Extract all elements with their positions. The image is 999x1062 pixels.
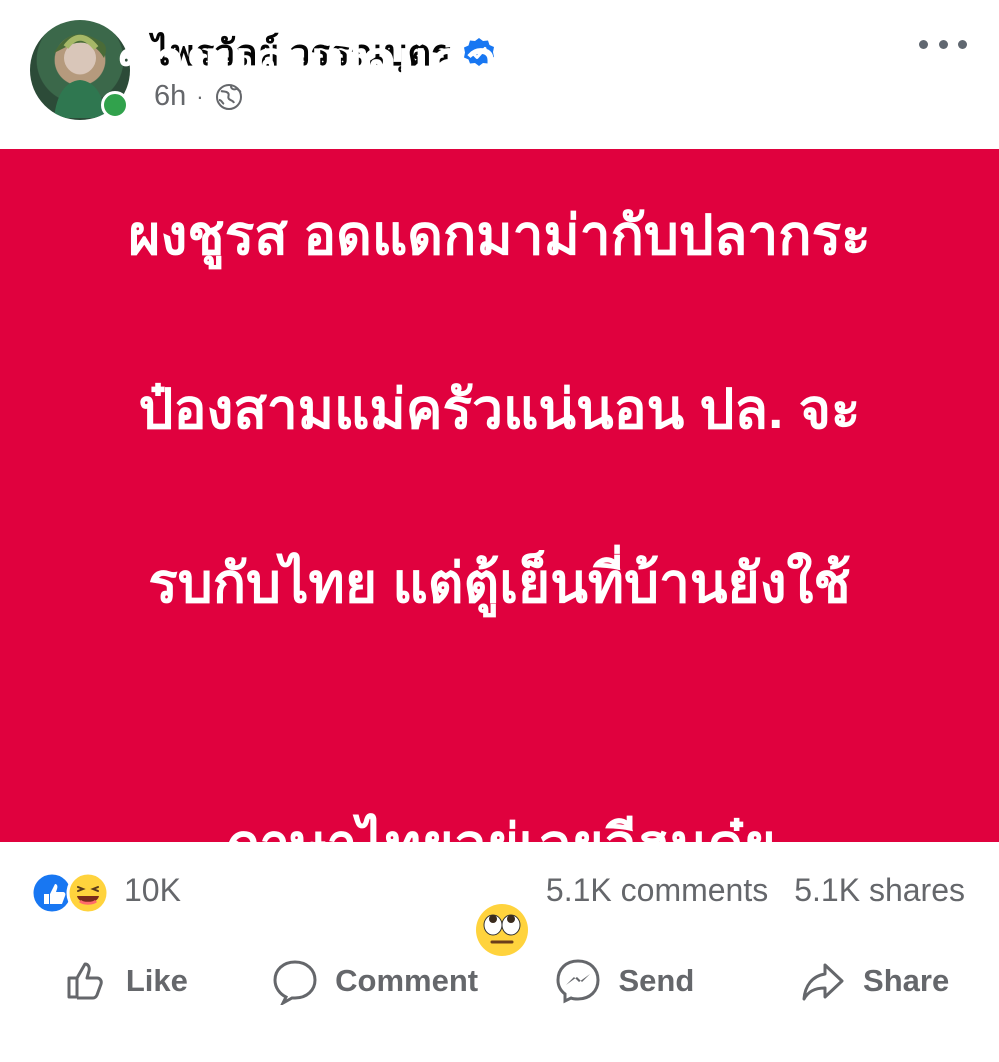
- comments-count-link[interactable]: 5.1K comments: [546, 872, 768, 909]
- comment-label: Comment: [335, 963, 479, 998]
- messenger-icon: [556, 959, 600, 1004]
- shares-count-link[interactable]: 5.1K shares: [794, 872, 965, 909]
- post-actions-bar: Like Comment Send Share: [0, 945, 999, 1017]
- post-content-line: ผงชูรส อดแดกมาม่ากับปลากระ: [128, 204, 871, 266]
- more-options-icon-dot: [938, 39, 948, 49]
- post-content-line: ชายแดนปิดแล้วนะคะ มึงอดแดก: [117, 30, 882, 92]
- like-icon: [67, 962, 103, 1000]
- comment-icon: [273, 960, 317, 1005]
- send-label: Send: [618, 963, 695, 998]
- post-background-card[interactable]: ชายแดนปิดแล้วนะคะ มึงอดแดก ผงชูรส อดแดกม…: [0, 30, 999, 956]
- post-stats-bar: 10K 5.1K comments 5.1K shares: [0, 862, 999, 926]
- post-content-line: ป๋องสามแม่ครัวแน่นอน ปล. จะ: [138, 378, 861, 440]
- comment-button[interactable]: Comment: [250, 945, 500, 1017]
- like-label: Like: [125, 963, 188, 998]
- engagement-counts: 5.1K comments 5.1K shares: [546, 872, 965, 909]
- post-content-line-last: ภาษาไทยอยู่เลยอีฮุนดุ๋ย: [60, 714, 940, 975]
- share-label: Share: [863, 963, 950, 998]
- reactions-count[interactable]: 10K: [124, 872, 181, 909]
- post-content-line: รบกับไทย แต่ตู้เย็นที่บ้านยังใช้: [148, 552, 851, 614]
- reactions-summary[interactable]: [30, 870, 116, 916]
- more-options-icon-dot: [958, 39, 967, 49]
- share-button[interactable]: Share: [749, 945, 999, 1017]
- send-button[interactable]: Send: [500, 945, 750, 1017]
- haha-reaction-icon: [66, 871, 110, 915]
- like-button[interactable]: Like: [0, 945, 250, 1017]
- share-icon: [802, 963, 844, 1001]
- like-reaction-icon: [30, 871, 74, 915]
